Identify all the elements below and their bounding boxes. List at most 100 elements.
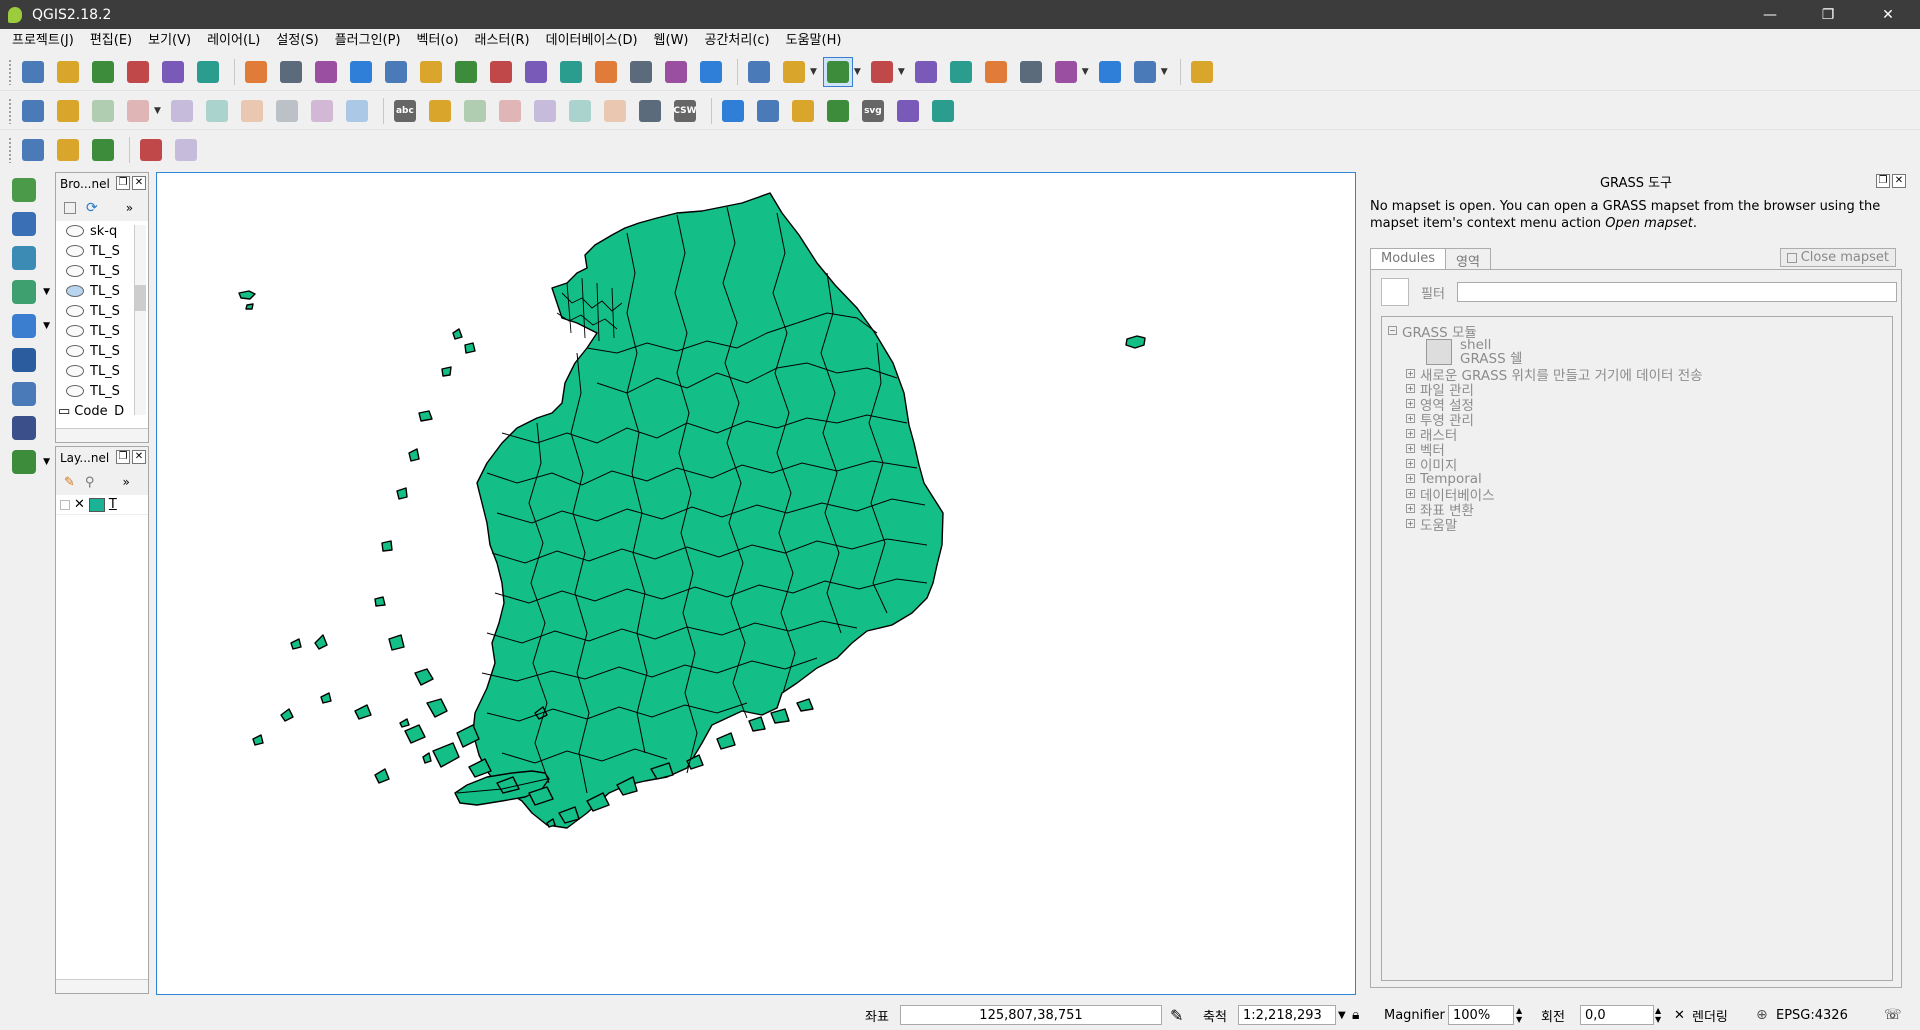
georeferencer-button[interactable] [18, 135, 48, 165]
view-mode-button[interactable] [1381, 278, 1409, 306]
copy-features-button[interactable] [307, 96, 337, 126]
menu-item-1[interactable]: 편집(E) [82, 29, 140, 53]
toolbar-grip[interactable] [8, 97, 12, 124]
move-feature-button[interactable] [167, 96, 197, 126]
rotate-label-button[interactable] [565, 96, 595, 126]
select-feature-button[interactable] [822, 56, 853, 87]
new-project-button[interactable] [18, 57, 48, 87]
layer-style-button[interactable] [635, 96, 665, 126]
show-hide-labels-button[interactable] [495, 96, 525, 126]
node-tool-button[interactable] [202, 96, 232, 126]
dropdown-arrow-icon[interactable]: ▼ [154, 106, 161, 116]
filter-legend-icon[interactable]: ⚲ [85, 475, 95, 490]
toggle-editing-button[interactable] [53, 96, 83, 126]
dropdown-arrow-icon[interactable]: ▼ [854, 67, 861, 77]
browser-vscrollbar[interactable] [134, 225, 146, 415]
cut-features-button[interactable] [272, 96, 302, 126]
csw-button[interactable]: CSW [670, 96, 700, 126]
magnifier-stepper-icon[interactable]: ▲ ▼ [1516, 1006, 1522, 1024]
menu-item-6[interactable]: 벡터(o) [409, 29, 467, 53]
lock-scale-icon[interactable]: 🔒︎ [1352, 1007, 1359, 1023]
module-shell[interactable]: shell GRASS 쉘 [1382, 338, 1892, 366]
menu-item-0[interactable]: 프로젝트(J) [4, 29, 82, 53]
plugin-button[interactable] [823, 96, 853, 126]
expand-toggle-icon[interactable]: + [1406, 369, 1415, 378]
layer-styling-icon[interactable]: ✎ [64, 475, 75, 490]
zoom-full-button[interactable] [451, 57, 481, 87]
toolbar-grip[interactable] [8, 58, 12, 85]
crs-button[interactable]: EPSG:4326 [1776, 1008, 1848, 1023]
module-group[interactable]: + 투영 관리 [1382, 411, 1892, 429]
expand-toggle-icon[interactable]: + [1406, 444, 1415, 453]
float-icon[interactable]: ❐ [1876, 174, 1890, 188]
map-canvas[interactable] [156, 172, 1356, 995]
add-raster-layer-button[interactable] [6, 207, 42, 241]
crs-icon[interactable]: ⊕ [1756, 1007, 1768, 1023]
magnifier-spinbox[interactable]: 100% [1448, 1005, 1514, 1025]
module-root[interactable]: − GRASS 모듈 [1382, 323, 1892, 341]
select-by-expression-button[interactable] [867, 57, 897, 87]
coordinate-field[interactable]: 125,807,38,751 [900, 1005, 1162, 1025]
statistics-button[interactable] [1016, 57, 1046, 87]
close-window-button[interactable]: ✕ [1860, 0, 1916, 29]
deselect-button[interactable] [911, 57, 941, 87]
expand-toggle-icon[interactable]: + [1406, 459, 1415, 468]
dropdown-arrow-icon[interactable]: ▼ [810, 67, 817, 77]
add-wms-layer-button[interactable]: ▼ [6, 275, 50, 309]
add-spatialite-button[interactable] [6, 377, 42, 411]
table-button[interactable] [53, 135, 83, 165]
menu-item-8[interactable]: 데이터베이스(D) [538, 29, 646, 53]
zoom-out-button[interactable] [381, 57, 411, 87]
close-icon[interactable]: ✕ [132, 450, 146, 464]
paste-features-button[interactable] [342, 96, 372, 126]
scale-dropdown-icon[interactable]: ▼ [1338, 1010, 1346, 1021]
save-edits-button[interactable] [88, 96, 118, 126]
menu-item-4[interactable]: 설정(S) [268, 29, 326, 53]
metasearch-button[interactable] [893, 96, 923, 126]
expand-more-icon[interactable]: » [122, 475, 129, 489]
zoom-selection-button[interactable] [521, 57, 551, 87]
menu-item-3[interactable]: 레이어(L) [199, 29, 268, 53]
menu-item-7[interactable]: 래스터(R) [467, 29, 538, 53]
add-wfs-layer-button[interactable]: ▼ [6, 309, 50, 343]
gear-button[interactable] [171, 135, 201, 165]
menu-item-9[interactable]: 웹(W) [646, 29, 697, 53]
rotation-spinbox[interactable]: 0,0 [1580, 1005, 1654, 1025]
dropdown-arrow-icon[interactable]: ▼ [43, 287, 50, 297]
expand-toggle-icon[interactable]: + [1406, 519, 1415, 528]
help-button[interactable] [1187, 57, 1217, 87]
menu-item-5[interactable]: 플러그인(P) [327, 29, 409, 53]
expand-toggle-icon[interactable]: + [1406, 504, 1415, 513]
pin-labels-button[interactable] [460, 96, 490, 126]
save-as-button[interactable] [123, 57, 153, 87]
minimize-button[interactable]: — [1742, 0, 1798, 29]
zoom-next-button[interactable] [591, 57, 621, 87]
measure-button[interactable] [1051, 57, 1081, 87]
info-search-button[interactable] [928, 96, 958, 126]
dropdown-arrow-icon[interactable]: ▼ [43, 457, 50, 467]
add-wcs-layer-button[interactable] [6, 343, 42, 377]
save-project-button[interactable] [88, 57, 118, 87]
expand-toggle-icon[interactable]: − [1388, 326, 1397, 335]
touch-zoom-button[interactable] [241, 57, 271, 87]
module-group[interactable]: + 벡터 [1382, 441, 1892, 459]
expand-toggle-icon[interactable]: + [1406, 384, 1415, 393]
module-group[interactable]: + 좌표 변환 [1382, 501, 1892, 519]
rotation-stepper-icon[interactable]: ▲ ▼ [1655, 1006, 1661, 1024]
show-bookmarks-button[interactable] [661, 57, 691, 87]
module-group[interactable]: + 이미지 [1382, 456, 1892, 474]
new-bookmark-button[interactable] [626, 57, 656, 87]
zoom-last-button[interactable] [556, 57, 586, 87]
change-label-button[interactable] [600, 96, 630, 126]
identify-button[interactable] [744, 57, 774, 87]
close-mapset-button[interactable]: Close mapset [1779, 248, 1896, 267]
menu-item-2[interactable]: 보기(V) [140, 29, 199, 53]
dropdown-arrow-icon[interactable]: ▼ [1161, 67, 1168, 77]
label-button[interactable]: abc [390, 96, 420, 126]
menu-item-10[interactable]: 공간처리(c) [697, 29, 778, 53]
zoom-layer-button[interactable] [486, 57, 516, 87]
move-label-button[interactable] [530, 96, 560, 126]
open-project-button[interactable] [53, 57, 83, 87]
dropdown-arrow-icon[interactable]: ▼ [1082, 67, 1089, 77]
render-checkbox[interactable]: ✕ [1674, 1008, 1685, 1023]
